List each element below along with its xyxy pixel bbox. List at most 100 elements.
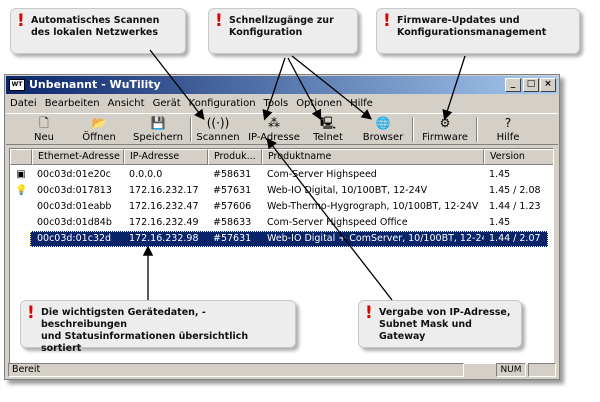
column-product-number[interactable]: Produk... [208,149,262,165]
column-product-name[interactable]: Produktname [262,149,484,165]
callout-shortcuts-line1: Schnellzugänge zur [229,15,334,26]
cell-ip: 0.0.0.0 [129,169,163,180]
toolbar-separator [476,117,478,142]
cell-ip: 172.16.232.17 [129,185,199,196]
exclamation-icon: ! [365,303,373,323]
cell-product-name: Web-IO Digital, 10/100BT, 12-24V [267,185,428,196]
num-lock-indicator: NUM [496,363,526,377]
magic-wand-icon: ⁂ [268,116,280,130]
cell-product-number: #57606 [213,201,252,212]
cell-mac: 00c03d:017813 [37,185,112,196]
new-file-icon: 🗋 [39,116,49,130]
exclamation-icon: ! [27,303,35,323]
cell-mac: 00c03d:01d84b [37,217,112,228]
menu-bearbeiten[interactable]: Bearbeiten [45,98,100,109]
callout-ip-assign-line1: Vergabe von IP-Adresse, [379,307,511,318]
exclamation-icon: ! [17,11,25,31]
title-bar[interactable]: WT Unbenannt - WuTility _ □ × [6,76,558,94]
new-button-label: Neu [34,132,54,143]
table-row[interactable]: 💡 00c03d:017813 172.16.232.17 #57631 Web… [10,183,553,199]
open-button[interactable]: 📂 Öffnen [76,114,122,145]
open-button-label: Öffnen [82,132,116,143]
telnet-button[interactable]: 🖳 Telnet [308,114,348,145]
cell-mac: 00c03d:01eabb [37,201,112,212]
status-text: Bereit [8,363,464,377]
help-button[interactable]: ? Hilfe [488,114,528,145]
minimize-button[interactable]: _ [505,78,521,92]
menu-konfiguration[interactable]: Konfiguration [189,98,256,109]
app-icon[interactable]: WT [9,79,25,91]
column-ethernet-address[interactable]: Ethernet-Adresse [32,149,124,165]
cell-ip: 172.16.232.98 [129,233,199,244]
close-button[interactable]: × [540,78,556,92]
exclamation-icon: ! [215,11,223,31]
callout-scan-line2: des lokalen Netzwerkes [31,27,159,38]
callout-shortcuts: ! Schnellzugänge zur Konfiguration [208,8,358,54]
window-title: Unbenannt - WuTility [29,78,161,91]
save-disk-icon: 💾 [150,116,166,130]
cell-version: 1.45 [489,169,511,180]
column-version[interactable]: Version [484,149,553,165]
cell-mac: 00c03d:01c32d [37,233,112,244]
cell-product-number: #58633 [213,217,252,228]
callout-device-data: ! Die wichtigsten Gerätedaten, -beschrei… [20,300,296,354]
table-row[interactable]: 00c03d:01d84b 172.16.232.49 #58633 Com-S… [10,215,553,231]
cell-product-number: #58631 [213,169,252,180]
firmware-button-label: Firmware [422,132,468,143]
scan-button-label: Scannen [196,132,240,143]
menu-ansicht[interactable]: Ansicht [108,98,145,109]
menu-optionen[interactable]: Optionen [296,98,342,109]
save-button-label: Speichern [133,132,183,143]
help-button-label: Hilfe [496,132,520,143]
cell-version: 1.45 [489,217,511,228]
column-ip-address[interactable]: IP-Adresse [124,149,208,165]
browser-button-label: Browser [362,132,404,143]
new-button[interactable]: 🗋 Neu [24,114,64,145]
globe-icon: 🌐 [375,116,391,130]
browser-button[interactable]: 🌐 Browser [360,114,406,145]
cell-product-name: Web-IO Digital + ComServer, 10/100BT, 12… [267,233,484,244]
cell-version: 1.44 / 1.23 [489,201,541,212]
menu-bar: Datei Bearbeiten Ansicht Gerät Konfigura… [6,95,558,112]
table-row[interactable]: 00c03d:01eabb 172.16.232.47 #57606 Web-T… [10,199,553,215]
callout-shortcuts-line2: Konfiguration [229,27,303,38]
menu-datei[interactable]: Datei [10,98,37,109]
cell-product-number: #57631 [213,233,252,244]
menu-geraet[interactable]: Gerät [153,98,181,109]
table-row-selected[interactable]: 00c03d:01c32d 172.16.232.98 #57631 Web-I… [10,231,553,247]
table-row[interactable]: ▣ 00c03d:01e20c 0.0.0.0 #58631 Com-Serve… [10,167,553,183]
callout-device-data-line2: und Statusinformationen übersichtlich so… [41,331,249,354]
column-status[interactable] [10,149,32,165]
scan-button[interactable]: ((·)) Scannen [196,114,240,145]
menu-hilfe[interactable]: Hilfe [350,98,373,109]
menu-tools[interactable]: Tools [264,98,289,109]
ip-address-button-label: IP-Adresse [248,132,300,143]
lightbulb-icon: 💡 [15,185,28,196]
cell-version: 1.45 / 2.08 [489,185,541,196]
cell-product-name: Web-Thermo-Hygrograph, 10/100BT, 12-24V [267,201,479,212]
callout-device-data-line1: Die wichtigsten Gerätedaten, -beschreibu… [41,307,206,330]
maximize-button[interactable]: □ [523,78,539,92]
telnet-button-label: Telnet [313,132,343,143]
cell-ip: 172.16.232.49 [129,217,199,228]
cell-product-number: #57631 [213,185,252,196]
help-question-icon: ? [504,116,512,130]
cell-product-name: Com-Server Highspeed [267,169,377,180]
save-button[interactable]: 💾 Speichern [130,114,186,145]
callout-firmware-line1: Firmware-Updates und [397,15,520,26]
resize-grip[interactable] [528,363,556,377]
toolbar-separator [190,117,192,142]
ip-address-button[interactable]: ⁂ IP-Adresse [246,114,302,145]
toolbar-separator [412,117,414,142]
scan-radar-icon: ((·)) [206,116,230,130]
cell-ip: 172.16.232.47 [129,201,199,212]
list-header: Ethernet-Adresse IP-Adresse Produk... Pr… [10,149,553,165]
firmware-button[interactable]: ⚙ Firmware [420,114,470,145]
callout-ip-assign-line2: Subnet Mask und Gateway [379,319,472,342]
callout-scan: ! Automatisches Scannen des lokalen Netz… [10,8,186,54]
exclamation-icon: ! [383,11,391,31]
firmware-plug-icon: ⚙ [439,116,451,130]
status-bar: Bereit NUM [6,362,558,378]
cell-product-name: Com-Server Highspeed Office [267,217,408,228]
cell-version: 1.44 / 2.07 [489,233,541,244]
